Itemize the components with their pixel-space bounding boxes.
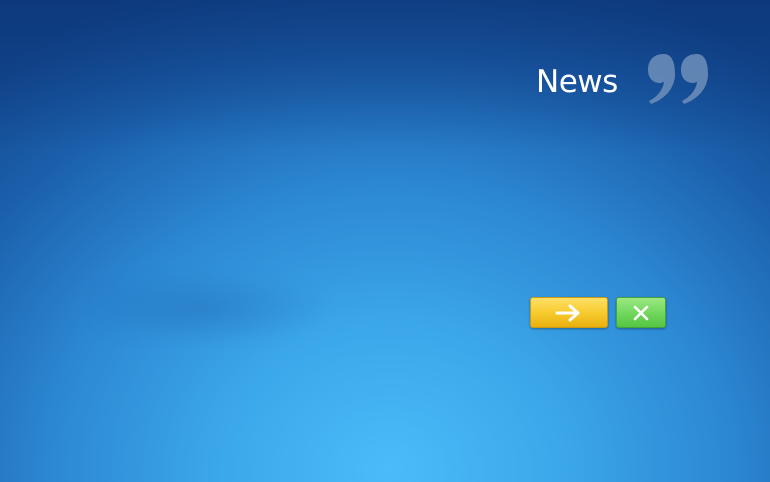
close-icon	[632, 304, 650, 322]
news-panel: News	[0, 0, 770, 482]
closing-quote-icon	[642, 50, 718, 106]
arrow-right-icon	[554, 304, 584, 322]
close-button[interactable]	[616, 297, 666, 328]
panel-title: News	[536, 64, 618, 100]
next-button[interactable]	[530, 297, 608, 328]
background-blur-decoration	[95, 270, 335, 340]
